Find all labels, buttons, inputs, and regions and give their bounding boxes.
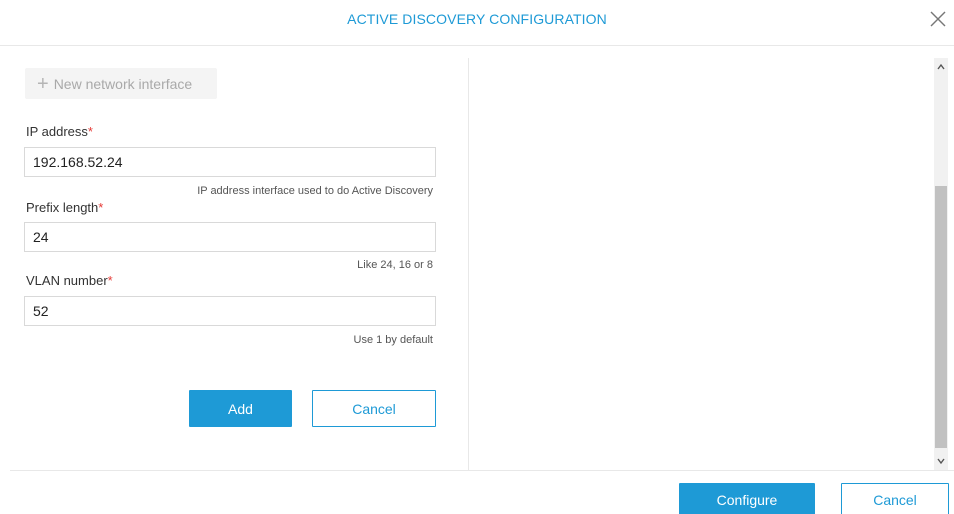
footer-divider — [10, 470, 954, 471]
scrollbar[interactable] — [934, 58, 948, 470]
close-icon[interactable] — [928, 9, 948, 29]
ip-address-label-text: IP address — [26, 124, 88, 139]
ip-address-hint: IP address interface used to do Active D… — [197, 185, 433, 197]
dialog-header: ACTIVE DISCOVERY CONFIGURATION — [0, 0, 954, 46]
dialog-title: ACTIVE DISCOVERY CONFIGURATION — [347, 11, 607, 27]
active-discovery-dialog: ACTIVE DISCOVERY CONFIGURATION + New net… — [0, 0, 954, 514]
scroll-down-icon[interactable] — [934, 452, 948, 470]
plus-icon: + — [37, 72, 49, 95]
scroll-up-icon[interactable] — [934, 58, 948, 76]
scrollbar-thumb[interactable] — [935, 186, 947, 448]
ip-address-input[interactable] — [24, 147, 436, 177]
prefix-length-hint: Like 24, 16 or 8 — [357, 259, 433, 271]
prefix-length-label-text: Prefix length — [26, 200, 99, 215]
vlan-number-hint: Use 1 by default — [353, 334, 434, 346]
vlan-number-label: VLAN number* — [26, 273, 113, 288]
footer-cancel-button[interactable]: Cancel — [841, 483, 949, 514]
add-button[interactable]: Add — [189, 390, 292, 427]
new-network-interface-label: New network interface — [53, 75, 193, 92]
form-cancel-button[interactable]: Cancel — [312, 390, 436, 427]
ip-address-label: IP address* — [26, 124, 93, 139]
required-mark: * — [107, 273, 113, 288]
interface-list-panel — [469, 58, 934, 470]
prefix-length-input[interactable] — [24, 222, 436, 252]
new-network-interface-button[interactable]: + New network interface — [25, 68, 217, 99]
required-mark: * — [87, 124, 93, 139]
prefix-length-label: Prefix length* — [26, 200, 103, 215]
interface-form-panel: + New network interface IP address* IP a… — [10, 58, 468, 470]
vlan-number-label-text: VLAN number — [26, 273, 108, 288]
vlan-number-input[interactable] — [24, 296, 436, 326]
configure-button[interactable]: Configure — [679, 483, 815, 514]
required-mark: * — [98, 200, 104, 215]
